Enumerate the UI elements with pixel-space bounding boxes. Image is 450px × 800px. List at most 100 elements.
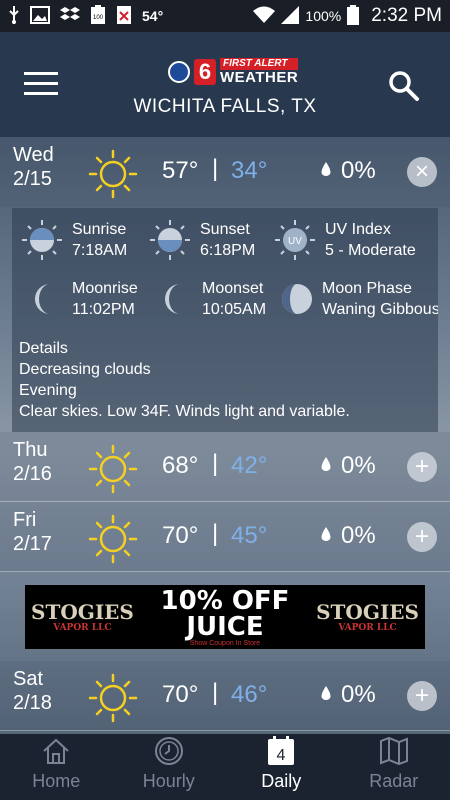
precip-chance: 0% xyxy=(341,452,376,479)
sunset-icon xyxy=(150,220,190,260)
nav-radar[interactable]: Radar xyxy=(338,734,450,800)
details-heading: Details xyxy=(19,340,68,357)
ad-offer: 10% OFF JUICE Show Coupon In Store xyxy=(161,588,290,647)
moonrise-time: 11:02PM xyxy=(72,301,135,318)
day-date: 2/17 xyxy=(13,533,52,555)
expand-button[interactable]: + xyxy=(407,452,437,482)
raindrop-icon xyxy=(320,527,332,548)
temp-separator: | xyxy=(212,155,219,182)
image-icon xyxy=(30,5,50,27)
uv-index-icon: UV xyxy=(275,220,315,260)
precip-chance: 0% xyxy=(341,522,376,549)
moonrise-block: Moonrise 11:02PM xyxy=(30,278,138,320)
moonset-icon xyxy=(165,284,180,314)
low-temp: 46° xyxy=(231,681,268,708)
day-label: Sat 2/18 xyxy=(13,667,52,715)
status-time: 2:32 PM xyxy=(371,5,442,26)
moonset-block: Moonset 10:05AM xyxy=(160,278,266,320)
bottom-nav: Home Hourly 4 Daily Radar xyxy=(0,734,450,800)
logo-weather: WEATHER xyxy=(220,69,299,86)
low-temp: 45° xyxy=(231,522,268,549)
nav-home[interactable]: Home xyxy=(0,734,113,800)
nav-daily-label: Daily xyxy=(261,771,302,791)
location-title: WICHITA FALLS, TX xyxy=(133,96,317,117)
sunny-icon xyxy=(88,673,138,728)
day-name: Wed xyxy=(13,144,54,166)
status-bar: 100 54° 100% 2:32 PM xyxy=(0,0,450,32)
svg-text:4: 4 xyxy=(277,747,286,764)
ad-line2: JUICE xyxy=(186,611,264,642)
moon-phase-value: Waning Gibbous xyxy=(322,301,438,318)
svg-text:UV: UV xyxy=(288,236,302,247)
moon-phase-block: Moon Phase Waning Gibbous xyxy=(280,278,438,320)
sunrise-icon xyxy=(22,220,62,260)
app-header: 6 FIRST ALERT WEATHER WICHITA FALLS, TX xyxy=(0,32,450,137)
uv-value: 5 - Moderate xyxy=(325,242,416,259)
home-icon xyxy=(43,738,69,764)
day-name: Thu xyxy=(13,439,48,461)
low-temp: 42° xyxy=(231,452,268,479)
moon-phase-icon xyxy=(282,284,312,314)
expand-button[interactable]: + xyxy=(407,522,437,552)
raindrop-icon xyxy=(320,162,332,183)
day-label: Thu 2/16 xyxy=(13,438,52,486)
ad-line1: 10% OFF xyxy=(160,585,290,616)
svg-text:100: 100 xyxy=(93,15,104,21)
nav-home-label: Home xyxy=(32,771,81,791)
low-temp: 34° xyxy=(231,157,268,184)
battery-percent: 100% xyxy=(305,8,342,24)
nav-hourly[interactable]: Hourly xyxy=(113,734,226,800)
ad-banner[interactable]: STOGIES VAPOR LLC 10% OFF JUICE Show Cou… xyxy=(25,585,425,649)
sunset-label: Sunset xyxy=(200,221,250,238)
sunrise-time: 7:18AM xyxy=(72,242,128,259)
day-row[interactable]: Sat 2/18 70° | 46° 0% + xyxy=(0,661,450,731)
ad-fine-print: Show Coupon In Store xyxy=(189,639,261,647)
forecast-details: Details Decreasing clouds Evening Clear … xyxy=(19,338,350,422)
sunset-block: Sunset 6:18PM xyxy=(148,218,255,262)
search-button[interactable] xyxy=(388,70,420,107)
search-icon xyxy=(389,71,419,101)
sunrise-label: Sunrise xyxy=(72,221,127,238)
uv-index-block: UV UV Index 5 - Moderate xyxy=(273,218,416,262)
high-temp: 70° xyxy=(162,681,199,708)
sunny-icon xyxy=(88,514,138,569)
raindrop-icon xyxy=(320,686,332,707)
high-temp: 68° xyxy=(162,452,199,479)
day-name: Fri xyxy=(13,509,37,531)
moonrise-label: Moonrise xyxy=(72,280,138,297)
expand-button[interactable]: + xyxy=(407,681,437,711)
day-row[interactable]: Wed 2/15 57° | 34° 0% × xyxy=(0,137,450,207)
nav-radar-label: Radar xyxy=(369,771,419,791)
nav-daily[interactable]: 4 Daily xyxy=(225,734,338,800)
calendar-icon: 4 xyxy=(268,736,295,765)
dropbox-icon xyxy=(60,6,80,27)
day-row[interactable]: Fri 2/17 70° | 45° 0% + xyxy=(0,502,450,572)
temp-separator: | xyxy=(212,520,219,547)
day-detail-panel: Sunrise 7:18AM Sunset 6:18PM UV UV Index… xyxy=(12,208,438,432)
day-label: Fri 2/17 xyxy=(13,508,52,556)
temp-separator: | xyxy=(212,679,219,706)
clock-icon xyxy=(154,737,183,765)
menu-icon xyxy=(24,72,58,75)
battery-icon xyxy=(347,4,360,28)
moonrise-icon xyxy=(35,284,50,314)
map-icon xyxy=(379,736,408,766)
nav-hourly-label: Hourly xyxy=(142,771,195,791)
uv-label: UV Index xyxy=(325,221,391,238)
menu-button[interactable] xyxy=(24,72,58,98)
logo-channel: 6 xyxy=(194,58,216,85)
ad-brand-right: STOGIES VAPOR LLC xyxy=(316,599,419,633)
collapse-button[interactable]: × xyxy=(407,157,437,187)
moon-phase-label: Moon Phase xyxy=(322,280,412,297)
close-box-icon xyxy=(116,5,132,28)
details-period: Evening xyxy=(19,382,77,399)
ad-brand-left: STOGIES VAPOR LLC xyxy=(31,599,134,633)
day-row[interactable]: Thu 2/16 68° | 42° 0% + xyxy=(0,432,450,502)
status-temperature: 54° xyxy=(142,8,164,24)
raindrop-icon xyxy=(320,457,332,478)
precip-chance: 0% xyxy=(341,681,376,708)
station-logo: 6 FIRST ALERT WEATHER xyxy=(168,58,299,86)
details-text: Clear skies. Low 34F. Winds light and va… xyxy=(19,403,350,420)
day-date: 2/18 xyxy=(13,692,52,714)
high-temp: 57° xyxy=(162,157,199,184)
